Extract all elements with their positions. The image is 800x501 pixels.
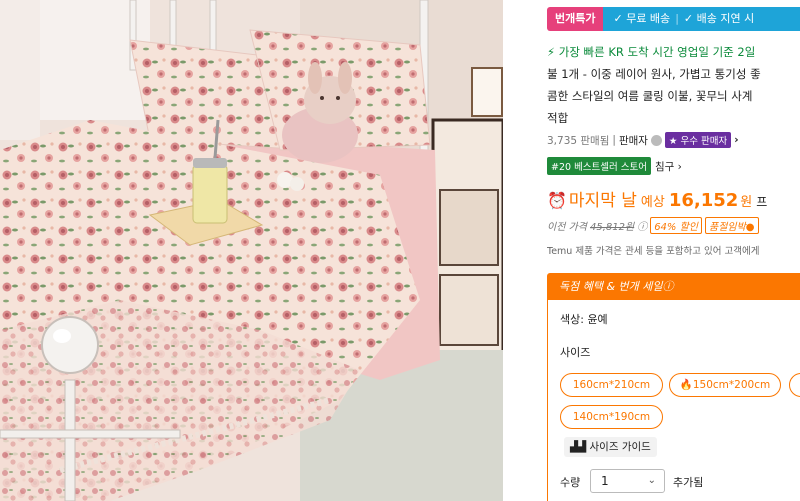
sale-price: 16,152 xyxy=(668,190,739,211)
bestseller-badge[interactable]: #20 베스트셀러 스토어 xyxy=(547,157,652,175)
size-option-140x190[interactable]: 140cm*190cm xyxy=(560,405,663,429)
category-link[interactable]: 침구 › xyxy=(655,159,682,174)
shipping-benefits[interactable]: ✓ 무료 배송 | ✓ 배송 지연 시 xyxy=(603,7,800,31)
quantity-select[interactable]: 1 ⌄ xyxy=(590,469,665,493)
fast-delivery-text: 가장 빠른 KR 도착 시간 영업일 기준 2일 xyxy=(558,45,756,59)
last-day-label: 마지막 날 xyxy=(568,191,637,211)
seller-avatar[interactable] xyxy=(650,134,662,146)
price-suffix: 프 xyxy=(756,195,768,209)
sold-count: 3,735 판매됨 xyxy=(547,134,610,147)
size-label: 사이즈 xyxy=(560,346,591,359)
promo-banner: 번개특가 ✓ 무료 배송 | ✓ 배송 지연 시 xyxy=(547,7,800,31)
selected-color: 색상: 윤예 xyxy=(560,313,608,326)
previous-price-row: 이전 가격 45,812원 ⓘ 64% 할인 품절임박● xyxy=(547,217,759,234)
added-label: 추가됨 xyxy=(673,476,704,489)
size-guide-button[interactable]: ▟▟ 사이즈 가이드 xyxy=(564,437,657,457)
previous-price-value: 45,812원 xyxy=(589,222,635,233)
almost-sold-out-badge: 품절임박● xyxy=(705,217,759,234)
seller-label[interactable]: 판매자 xyxy=(619,133,648,148)
size-option-more[interactable] xyxy=(789,373,800,397)
price-notice: Temu 제품 가격은 관세 등을 포함하고 있어 고객에게 xyxy=(547,246,760,257)
product-title: ⚡ 가장 빠른 KR 도착 시간 영업일 기준 2일 불 1개 - 이중 레이어… xyxy=(547,41,800,129)
info-icon[interactable]: ⓘ xyxy=(637,218,647,233)
free-shipping-label: ✓ 무료 배송 xyxy=(613,12,671,25)
size-option-150x200-selected[interactable]: 🔥150cm*200cm xyxy=(669,373,781,397)
product-info-panel: 번개특가 ✓ 무료 배송 | ✓ 배송 지연 시 ⚡ 가장 빠른 KR 도착 시간 … xyxy=(547,0,800,501)
lightning-deal-badge: 번개특가 xyxy=(547,7,604,31)
previous-price-label: 이전 가격 xyxy=(547,222,587,233)
bedding-photo xyxy=(0,0,503,501)
quantity-label: 수량 xyxy=(560,476,581,489)
expected-label: 예상 xyxy=(640,195,665,210)
deal-box: 독점 혜택 & 번개 세일ⓘ 색상: 윤예 사이즈 160cm*210cm 🔥1… xyxy=(547,273,800,501)
price-row: ⏰ 마지막 날 예상 16,152 원 프 xyxy=(547,186,767,211)
chevron-down-icon: ⌄ xyxy=(647,475,656,486)
fast-delivery-line: ⚡ 가장 빠른 KR 도착 시간 영업일 기준 2일 xyxy=(547,41,800,63)
lightning-icon: ⚡ xyxy=(547,45,556,59)
currency-label: 원 xyxy=(740,195,753,210)
top-seller-badge[interactable]: ★ 우수 판매자 xyxy=(664,132,732,148)
size-guide-label: 사이즈 가이드 xyxy=(589,441,651,453)
discount-badge: 64% 할인 xyxy=(650,217,702,234)
title-line: 콤한 스타일의 여름 쿨링 이불, 꽃무늬 사계 xyxy=(547,89,753,103)
deal-header[interactable]: 독점 혜택 & 번개 세일ⓘ xyxy=(548,274,800,300)
alarm-clock-icon: ⏰ xyxy=(547,191,567,210)
divider: | xyxy=(612,134,616,146)
bestseller-rank[interactable]: #20 베스트셀러 스토어 침구 › xyxy=(547,157,682,175)
ruler-icon: ▟▟ xyxy=(570,441,587,453)
title-line: 불 1개 - 이중 레이어 원사, 가볍고 통기성 좋 xyxy=(547,67,761,81)
seller-meta: 3,735 판매됨 | 판매자 ★ 우수 판매자 › xyxy=(547,132,739,148)
size-option-160x210[interactable]: 160cm*210cm xyxy=(560,373,663,397)
product-image[interactable] xyxy=(0,0,503,501)
title-line: 적합 xyxy=(547,111,569,125)
divider: | xyxy=(675,12,679,25)
quantity-value: 1 xyxy=(601,474,609,488)
chevron-right-icon[interactable]: › xyxy=(734,134,738,146)
delay-compensation-label: ✓ 배송 지연 시 xyxy=(683,12,755,25)
